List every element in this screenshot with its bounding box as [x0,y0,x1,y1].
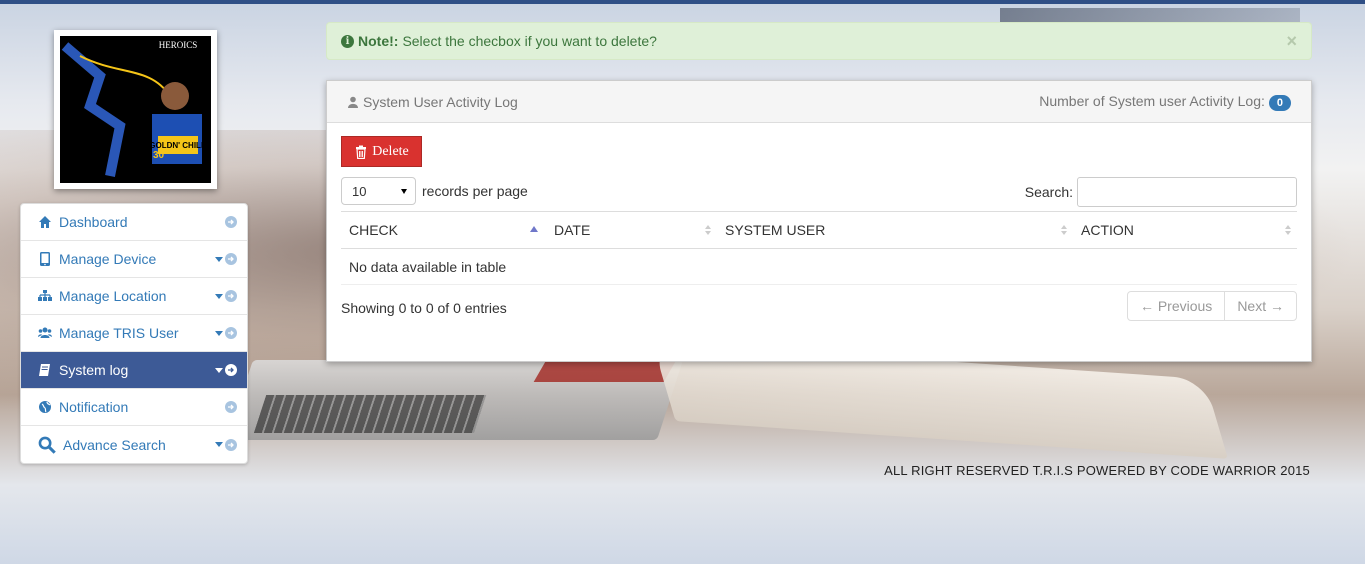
arrow-circle-right-icon [225,216,237,228]
activity-count: Number of System user Activity Log: 0 [1039,93,1291,111]
sidebar-item-label: Manage Location [59,288,167,304]
delete-button-label: Delete [372,143,409,159]
sidebar-item-dashboard[interactable]: Dashboard [21,204,247,241]
top-strip [0,0,1365,4]
close-icon[interactable]: × [1286,31,1297,52]
sidebar-item-label: Manage TRIS User [59,325,179,341]
caret-down-icon [215,293,223,299]
alert-message: Select the checbox if you want to delete… [402,33,657,49]
sitemap-icon [37,288,53,304]
activity-log-panel: System User Activity Log Number of Syste… [326,80,1312,362]
table-info: Showing 0 to 0 of 0 entries [341,300,507,316]
caret-down-icon [215,367,223,373]
nav-right [225,216,237,228]
records-per-page-label: records per page [422,183,528,199]
sidebar-item-system-log[interactable]: System log [21,352,247,389]
nav-right [225,401,237,413]
sidebar-nav: Dashboard Manage Device Manage Location … [20,203,248,464]
alert-label: Note!: [358,33,399,49]
nav-right [215,364,237,376]
info-circle-icon: i [341,34,354,48]
activity-count-label: Number of System user Activity Log: [1039,92,1265,109]
sidebar-item-manage-tris-user[interactable]: Manage TRIS User [21,315,247,352]
sort-asc-icon [530,226,538,232]
sidebar-item-manage-device[interactable]: Manage Device [21,241,247,278]
sidebar-item-notification[interactable]: Notification [21,389,247,426]
arrow-circle-right-icon [225,253,237,265]
nav-right [215,438,237,451]
arrow-circle-right-icon [225,364,237,376]
background-keyboard [253,395,487,433]
next-button[interactable]: Next → [1224,292,1296,320]
pagination: ← Previous Next → [1126,291,1297,321]
nav-right [215,290,237,302]
sort-icon [1285,225,1291,235]
column-header-system-user[interactable]: SYSTEM USER [717,211,1073,249]
panel-header: System User Activity Log Number of Syste… [327,81,1311,123]
sidebar-item-label: System log [59,362,129,378]
chevron-down-icon [401,188,407,194]
nav-right [215,327,237,339]
caret-down-icon [215,256,223,262]
records-per-page-value: 10 [352,183,367,199]
profile-image: HEROICS GOLDN' CHILD 30 [60,36,211,183]
empty-table-message: No data available in table [341,248,1297,285]
arrow-circle-right-icon [225,438,237,451]
tablet-icon [37,251,53,267]
users-icon [37,325,53,341]
globe-icon [37,399,53,415]
profile-number: 30 [153,150,165,161]
home-icon [37,214,53,230]
column-header-label: DATE [554,222,591,238]
panel-title: System User Activity Log [347,94,518,110]
user-icon [348,96,358,108]
book-icon [37,362,53,378]
caret-down-icon [215,442,223,447]
arrow-circle-right-icon [225,327,237,339]
arrow-circle-right-icon [225,401,237,413]
nav-right [215,253,237,265]
search-input[interactable] [1077,177,1297,207]
profile-picture: HEROICS GOLDN' CHILD 30 [54,30,217,189]
column-header-label: CHECK [349,222,399,238]
activity-log-table: CHECK DATE SYSTEM USER ACTION No data av… [341,211,1297,285]
panel-title-text: System User Activity Log [363,93,518,110]
search-icon [37,436,57,454]
background-laptop-edge [533,360,677,382]
records-per-page-select[interactable]: 10 [341,177,416,205]
sidebar-item-label: Advance Search [63,436,166,453]
column-header-date[interactable]: DATE [546,211,717,249]
footer-text: ALL RIGHT RESERVED T.R.I.S POWERED BY CO… [884,463,1310,478]
arrow-circle-right-icon [225,290,237,302]
sidebar-item-label: Dashboard [59,214,128,230]
column-header-label: SYSTEM USER [725,222,826,238]
records-length: 10 records per page [341,177,528,205]
sidebar-item-label: Notification [59,399,129,415]
table-search: Search: [1025,177,1297,207]
sidebar-item-advance-search[interactable]: Advance Search [21,426,247,463]
sort-icon [705,225,711,235]
column-header-label: ACTION [1081,222,1134,238]
column-header-action[interactable]: ACTION [1073,211,1297,249]
column-header-check[interactable]: CHECK [341,211,546,249]
caret-down-icon [215,330,223,336]
previous-button[interactable]: ← Previous [1128,292,1224,320]
delete-note-alert: i Note!: Select the checbox if you want … [326,22,1312,60]
profile-jersey-text: GOLDN' CHILD [149,141,207,150]
sort-icon [1061,225,1067,235]
sidebar-item-manage-location[interactable]: Manage Location [21,278,247,315]
profile-art: HEROICS GOLDN' CHILD 30 [60,36,211,183]
sidebar-item-label: Manage Device [59,251,157,267]
profile-brand: HEROICS [159,40,198,50]
table-row: No data available in table [341,248,1297,285]
count-badge: 0 [1268,94,1291,111]
delete-button[interactable]: Delete [341,136,422,167]
table-header-row: CHECK DATE SYSTEM USER ACTION [341,211,1297,249]
search-label: Search: [1024,184,1073,200]
trash-icon [356,145,367,159]
